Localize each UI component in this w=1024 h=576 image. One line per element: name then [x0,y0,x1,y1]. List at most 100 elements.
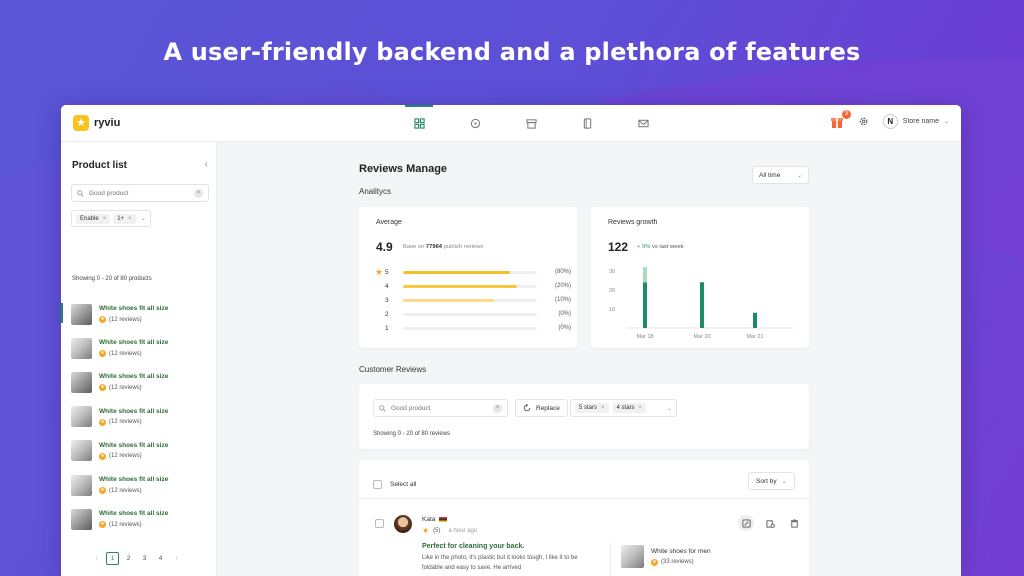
nav-archive[interactable] [503,105,559,142]
product-filter-select[interactable]: Enable × 1+ × ⌄ [71,210,151,227]
remove-chip-icon[interactable]: × [601,405,605,411]
star-icon: ★ [422,526,430,535]
mail-icon [637,119,649,128]
rating-percent: (20%) [554,283,571,289]
page-button[interactable]: 1 [106,552,119,565]
average-label: Average [376,219,402,226]
clear-search-icon[interactable]: × [493,403,502,413]
customer-reviews-heading: Customer Reviews [359,365,427,374]
review-list-card: Select all Sort by ⌄ Kata ★ (5) a hour a… [359,460,809,576]
rating-row: 3 (10%) [375,293,571,307]
product-item[interactable]: White shoes fit all size ★ (12 reviews) [61,434,217,468]
remove-chip-icon[interactable]: × [128,216,132,222]
collapse-icon[interactable]: ‹ [205,159,208,170]
product-item[interactable]: White shoes fit all size ★ (12 reviews) [61,331,217,365]
select-all-checkbox[interactable] [373,480,382,489]
growth-bar-chart: 10 20 30 Mar 18 Mar 20 Mar 21 [609,267,793,340]
product-thumbnail [71,303,92,325]
note-icon [741,518,751,528]
main-nav [391,105,671,142]
flag-icon [439,517,448,522]
review-search: × [373,399,508,417]
product-reviews: ★ (33 reviews) [651,558,694,566]
rating-bar-track [403,298,537,302]
page-button[interactable]: 2 [122,552,135,565]
rating-bar-fill [403,270,511,274]
filter-chip-rating: 1+ × [113,213,136,224]
chevron-down-icon: ⌄ [140,216,146,222]
chevron-down-icon: ⌄ [943,119,949,125]
growth-value: 122 [608,240,629,254]
y-tick-label: 20 [609,288,615,294]
product-item[interactable]: White shoes fit all size ★ (12 reviews) [61,468,217,502]
book-icon [583,118,591,129]
product-thumbnail [621,545,644,568]
nav-dashboard[interactable] [391,105,447,142]
edit-button[interactable] [738,515,754,531]
page-button[interactable]: 4 [154,552,167,565]
rating-level: 5 [385,268,389,276]
rating-bar-track [403,284,537,288]
rating-breakdown: ★ 5 (80%) 4 (20%) 3 (10%) 2 (0%) 1 (0%) [375,265,571,335]
product-thumbnail [71,440,92,462]
rating-bar-fill [403,284,517,288]
select-all[interactable]: Select all [373,480,416,489]
product-thumbnail [71,337,92,359]
rating-percent: (0%) [558,311,571,317]
divider [610,543,611,576]
review-actions [738,515,802,531]
nav-book[interactable] [559,105,615,142]
reviews-count: Showing 0 - 20 of 80 reviews [373,431,451,437]
remove-chip-icon[interactable]: × [639,405,643,411]
growth-card: Reviews growth 122 + 9% vs last week 10 2… [591,207,809,348]
pagination: ‹ 1 2 3 4 › [90,552,183,565]
clear-search-icon[interactable]: × [194,188,203,198]
star-icon: ★ [375,266,384,277]
prev-page-icon[interactable]: ‹ [90,552,103,565]
review-meta: ★ (5) a hour ago [422,526,478,535]
rating-bar-fill [403,298,495,302]
settings-button[interactable] [762,515,778,531]
product-item[interactable]: White shoes fit all size ★ (12 reviews) [61,502,217,536]
product-name: White shoes fit all size [99,407,169,415]
review-product[interactable]: White shoes for men ★ (33 reviews) [621,545,711,568]
trash-icon [790,518,798,528]
notification-badge: 3 [841,109,851,119]
rating-bar-track [403,312,537,316]
page-button[interactable]: 3 [138,552,151,565]
review-search-input[interactable] [391,404,488,412]
remove-chip-icon[interactable]: × [103,216,107,222]
store-name: Store name [902,118,939,125]
gear-icon[interactable] [858,116,869,127]
rating-row: 2 (0%) [375,307,571,321]
chevron-down-icon: ⌄ [781,478,787,485]
nav-mail[interactable] [615,105,671,142]
review-checkbox[interactable] [375,519,384,528]
growth-bar [700,282,704,328]
sort-select[interactable]: Sort by ⌄ [748,472,795,490]
delete-button[interactable] [786,515,802,531]
gift-button[interactable]: 3 [830,109,851,129]
store-menu[interactable]: N Store name ⌄ [882,114,949,129]
product-search-input[interactable] [89,189,189,197]
logo[interactable]: ★ ryviu [73,115,120,131]
rating-row: 4 (20%) [375,279,571,293]
dashboard-icon [413,118,425,129]
product-item[interactable]: White shoes fit all size ★ (12 reviews) [61,400,217,434]
growth-change: + 9% vs last week [637,244,684,250]
replace-button[interactable]: Replace [515,399,568,417]
product-name: White shoes for men [651,547,711,555]
product-reviews: ★ (12 reviews) [99,452,142,460]
product-thumbnail [71,474,92,496]
nav-chat[interactable] [447,105,503,142]
product-item[interactable]: White shoes fit all size ★ (12 reviews) [61,365,217,399]
product-thumbnail [71,508,92,530]
rating-row: 1 (0%) [375,321,571,335]
product-item[interactable]: White shoes fit all size ★ (12 reviews) [61,297,217,331]
time-filter-select[interactable]: All time ⌄ [752,166,809,184]
star-filter-select[interactable]: 5 stars × 4 stars × ⌄ [570,399,677,417]
next-page-icon[interactable]: › [170,552,183,565]
star-icon: ★ [99,418,106,426]
avatar [394,515,412,533]
divider [359,498,809,499]
